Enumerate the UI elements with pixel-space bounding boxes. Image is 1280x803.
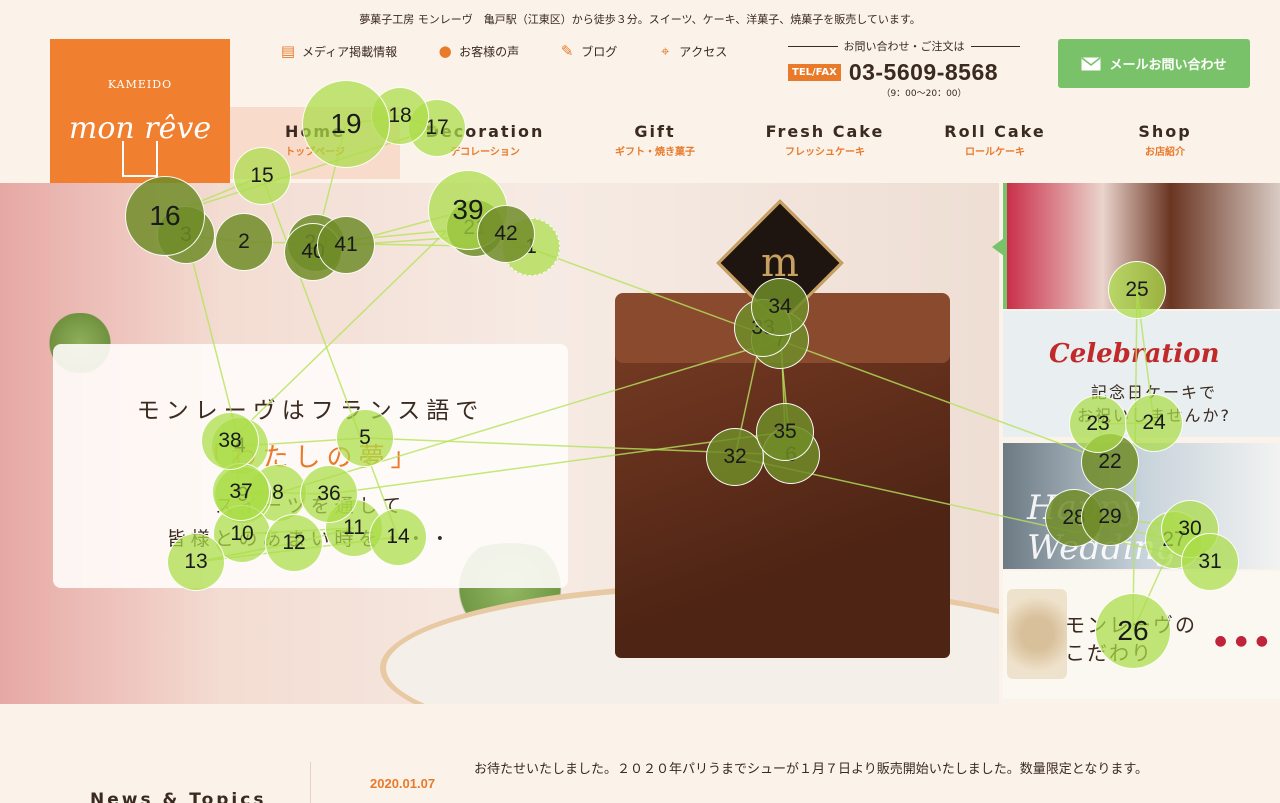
nav-fresh-cake-jp: フレッシュケーキ: [785, 147, 865, 158]
kodawari-title: モンレーヴの こだわり: [1065, 613, 1197, 665]
nav-shop-jp: お店紹介: [1145, 147, 1185, 158]
topnav-voice-label: お客様の声: [459, 44, 520, 59]
hero-line-1: モンレーヴはフランス語で: [136, 398, 485, 424]
nav-roll-cake-en: Roll Cake: [944, 122, 1046, 141]
pen-icon: ✎: [560, 42, 574, 60]
envelope-icon: [1081, 56, 1101, 70]
hero-banner: m モンレーヴはフランス語で 「わたしの夢」 スイーツを通して 皆様とのあまい時…: [0, 183, 999, 704]
map-pin-icon: ⌖: [660, 42, 670, 60]
active-thumb-arrow: [992, 238, 1004, 256]
nav-decoration[interactable]: Decoration デコレーション: [410, 122, 560, 158]
nav-roll-cake-jp: ロールケーキ: [965, 147, 1025, 158]
news-divider: [310, 762, 311, 803]
business-hours: （9：00〜20：00）: [881, 89, 967, 99]
nav-decoration-en: Decoration: [425, 122, 545, 141]
tel-fax-badge: TEL/FAX: [788, 64, 841, 81]
speech-bubble-icon: ●: [438, 42, 452, 60]
nav-gift[interactable]: Gift ギフト・焼き菓子: [580, 122, 730, 158]
top-nav: ▤ メディア掲載情報 ● お客様の声 ✎ ブログ ⌖ アクセス: [278, 40, 727, 62]
hero-line-2: 「わたしの夢」: [198, 443, 423, 473]
nav-gift-jp: ギフト・焼き菓子: [615, 147, 695, 158]
hero-line-4: 皆様とのあまい時を・・・: [166, 528, 455, 550]
nav-home[interactable]: Home トップページ: [240, 122, 390, 158]
wedding-title: Happy Wedding: [1027, 488, 1178, 568]
thumb-wedding[interactable]: Happy Wedding: [1003, 443, 1280, 569]
topnav-voice[interactable]: ● お客様の声: [435, 40, 520, 62]
nav-decoration-jp: デコレーション: [450, 147, 520, 158]
contact-heading: お問い合わせ・ご注文は: [788, 38, 1020, 54]
newspaper-icon: ▤: [280, 42, 296, 60]
nav-gift-en: Gift: [634, 122, 676, 141]
thumb-chocolate-cake[interactable]: [992, 183, 1280, 309]
contact-block: お問い合わせ・ご注文は TEL/FAX 03-5609-8568 （9：00〜2…: [788, 38, 1020, 99]
celebration-subtitle: 記念日ケーキで お祝いしませんか?: [1077, 383, 1232, 425]
news-heading: News & Topics: [90, 790, 267, 803]
nav-fresh-cake-en: Fresh Cake: [765, 122, 885, 141]
hero-message-card: モンレーヴはフランス語で 「わたしの夢」 スイーツを通して 皆様とのあまい時を・…: [53, 344, 568, 588]
topnav-access[interactable]: ⌖ アクセス: [655, 40, 727, 62]
hero-line-3: スイーツを通して: [214, 495, 407, 517]
logo-monogram: [122, 141, 158, 177]
topnav-media-label: メディア掲載情報: [302, 44, 398, 59]
news-date: 2020.01.07: [370, 776, 436, 791]
nav-home-en: Home: [285, 122, 345, 141]
topnav-blog[interactable]: ✎ ブログ: [557, 40, 617, 62]
nav-home-jp: トップページ: [285, 147, 345, 158]
logo-small-text: KAMEIDO: [107, 78, 173, 91]
nav-roll-cake[interactable]: Roll Cake ロールケーキ: [920, 122, 1070, 158]
mail-contact-button[interactable]: メールお問い合わせ: [1058, 39, 1250, 88]
nav-fresh-cake[interactable]: Fresh Cake フレッシュケーキ: [750, 122, 900, 158]
thumb-kodawari[interactable]: モンレーヴの こだわり ● ● ●: [1003, 571, 1280, 699]
mail-contact-label: メールお問い合わせ: [1109, 58, 1227, 73]
news-item-link[interactable]: お待たせいたしました。２０２０年パリうまでシューが１月７日より販売開始いたしまし…: [474, 762, 1194, 778]
phone-number[interactable]: 03-5609-8568: [849, 59, 998, 86]
celebration-title: Celebration: [1049, 339, 1220, 369]
nav-shop-en: Shop: [1138, 122, 1192, 141]
topnav-blog-label: ブログ: [581, 44, 618, 59]
main-nav: Home トップページ Decoration デコレーション Gift ギフト・…: [230, 104, 1280, 179]
site-tagline: 夢菓子工房 モンレーヴ 亀戸駅（江東区）から徒歩３分。スイーツ、ケーキ、洋菓子、…: [359, 13, 921, 26]
berries-image: ● ● ●: [1214, 633, 1270, 649]
topnav-access-label: アクセス: [679, 44, 728, 59]
nav-shop[interactable]: Shop お店紹介: [1090, 122, 1240, 158]
grain-image: [1007, 589, 1067, 679]
topnav-media[interactable]: ▤ メディア掲載情報: [278, 40, 397, 62]
logo-text: mon rêve: [68, 111, 212, 146]
thumb-celebration[interactable]: Celebration 記念日ケーキで お祝いしませんか?: [1003, 311, 1280, 437]
